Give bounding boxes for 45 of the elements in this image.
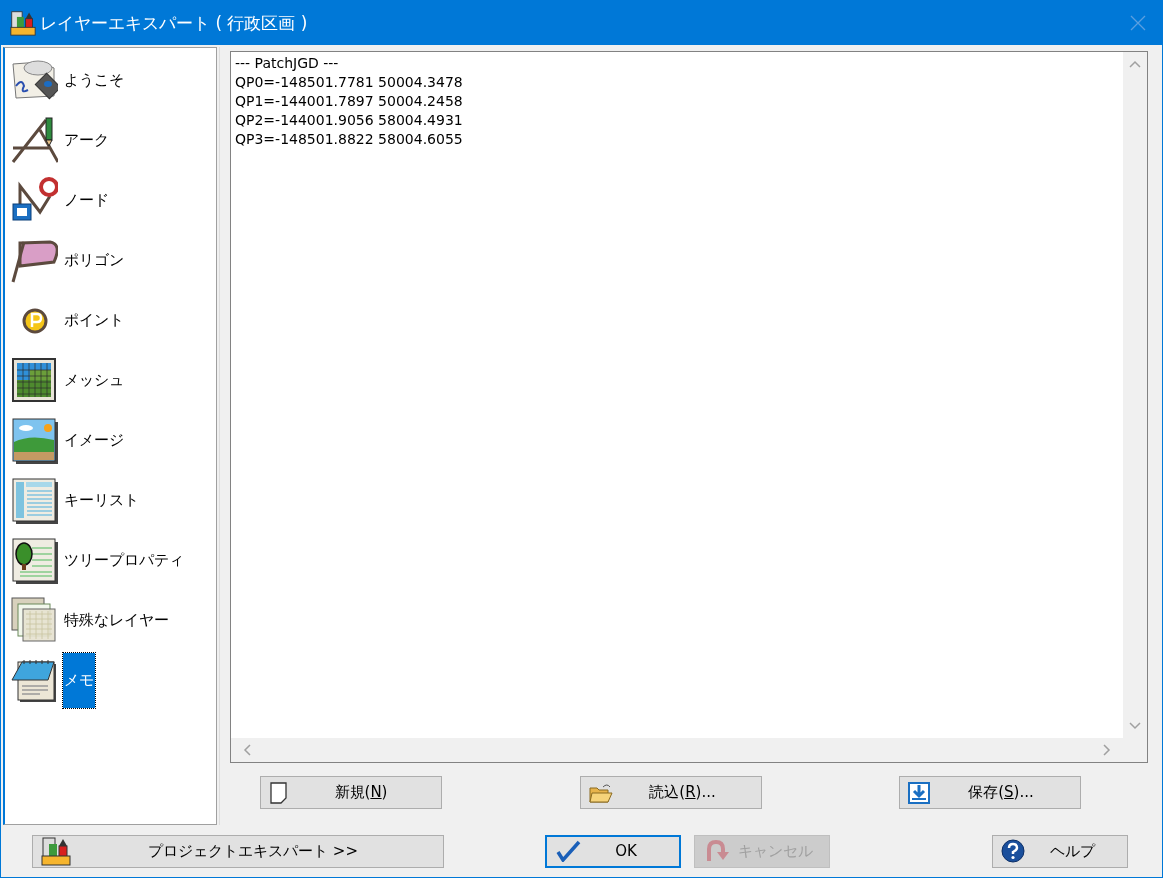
memo-line: QP2=-144001.9056 58004.4931	[235, 111, 464, 130]
horizontal-scrollbar[interactable]	[231, 738, 1123, 762]
download-icon	[908, 781, 930, 804]
help-icon	[1001, 839, 1025, 863]
blank-page-icon	[269, 781, 289, 804]
app-icon	[10, 10, 36, 36]
chevron-up-icon[interactable]	[1129, 60, 1141, 68]
sidebar-item[interactable]: イメージ	[63, 428, 125, 452]
mesh-grid-icon	[10, 356, 58, 404]
node-icon	[10, 176, 58, 224]
chevron-down-icon[interactable]	[1129, 722, 1141, 730]
vertical-scrollbar[interactable]	[1123, 52, 1147, 738]
layers-icon	[10, 596, 58, 644]
memo-line: QP1=-144001.7897 50004.2458	[235, 92, 464, 111]
memo-line: QP3=-148501.8822 58004.6055	[235, 130, 464, 149]
sidebar-item[interactable]: 特殊なレイヤー	[63, 608, 170, 632]
chevron-right-icon[interactable]	[1103, 744, 1111, 756]
sidebar-item[interactable]: ノード	[63, 188, 110, 212]
toolbox-icon	[41, 836, 71, 866]
memo-line: --- PatchJGD ---	[235, 54, 340, 73]
compass-pencil-icon	[10, 116, 58, 164]
folder-icon	[588, 781, 613, 804]
chevron-left-icon[interactable]	[243, 744, 251, 756]
memo-line: QP0=-148501.7781 50004.3478	[235, 73, 464, 92]
new-button[interactable]: 新規(N)	[260, 776, 442, 809]
memo-field[interactable]: --- PatchJGD --- QP0=-148501.7781 50004.3478 QP1=-144001.7897 50004.2458 QP2=-144001.9056 58004.4931 QP3=-148501.8822 58004.6055	[230, 51, 1148, 763]
sidebar-item[interactable]: メッシュ	[63, 368, 125, 392]
save-button[interactable]: 保存(S)...	[899, 776, 1081, 809]
table-sheet-icon	[10, 476, 58, 524]
open-button[interactable]: 読込(R)...	[579, 776, 762, 809]
checkmark-icon	[555, 840, 581, 862]
sidebar-item[interactable]: キーリスト	[63, 488, 140, 512]
help-button[interactable]: ヘルプ	[992, 834, 1128, 868]
window-title: レイヤーエキスパート ( 行政区画 )	[40, 11, 308, 35]
sidebar-item[interactable]: メモ	[63, 652, 95, 708]
sidebar-item[interactable]: ポリゴン	[63, 248, 125, 272]
landscape-picture-icon	[10, 416, 58, 464]
ok-button[interactable]: OK	[545, 834, 681, 868]
tree-sheet-icon	[10, 536, 58, 584]
project-button[interactable]: プロジェクトエキスパート >>	[32, 834, 444, 868]
sidebar-item[interactable]: ポイント	[63, 308, 125, 332]
sidebar-item[interactable]: アーク	[63, 128, 110, 152]
close-icon[interactable]	[1130, 15, 1146, 31]
sidebar-item[interactable]: ようこそ	[63, 68, 125, 92]
sidebar-item[interactable]: ツリープロパティ	[63, 548, 185, 572]
